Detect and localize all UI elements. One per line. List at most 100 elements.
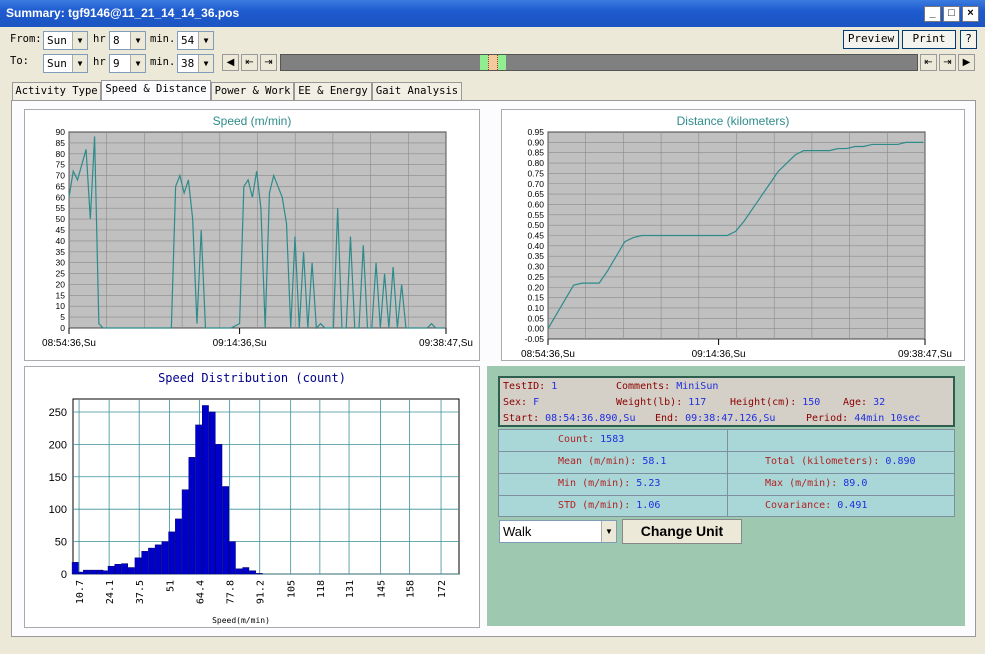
expand-right-icon[interactable]: ⇥ bbox=[260, 54, 277, 71]
subject-info: TestID: 1 Comments: MiniSun Sex: F Weigh… bbox=[498, 376, 955, 427]
x-axis-label: Speed(m/min) bbox=[212, 616, 270, 625]
to-min-label: min. bbox=[150, 56, 176, 68]
histogram-bar bbox=[101, 570, 108, 575]
to-day-select[interactable]: Sun ▼ bbox=[43, 54, 88, 73]
histogram-bar bbox=[114, 564, 122, 575]
chevron-down-icon: ▼ bbox=[72, 32, 87, 49]
step-left-icon[interactable]: ◀ bbox=[222, 54, 239, 71]
y-tick-label: 35 bbox=[56, 247, 66, 257]
from-day-select[interactable]: Sun ▼ bbox=[43, 31, 88, 50]
jump-end-left-icon[interactable]: ⇤ bbox=[920, 54, 937, 71]
to-day-value: Sun bbox=[47, 57, 67, 70]
tab-activity-type[interactable]: Activity Type bbox=[12, 82, 101, 100]
y-tick-label: 0.50 bbox=[527, 220, 544, 230]
y-tick-label: 0.05 bbox=[527, 313, 544, 323]
histogram-bar bbox=[71, 562, 79, 575]
preview-button[interactable]: Preview bbox=[843, 30, 899, 49]
y-tick-label: 45 bbox=[56, 225, 66, 235]
x-tick-label: 131 bbox=[345, 580, 356, 598]
histogram-bar bbox=[249, 570, 256, 575]
window-title: Summary: tgf9146@11_21_14_14_36.pos bbox=[6, 6, 240, 20]
change-unit-button[interactable]: Change Unit bbox=[622, 519, 742, 544]
y-tick-label: 0.95 bbox=[527, 127, 544, 137]
covariance-field: Covariance: 0.491 bbox=[765, 500, 868, 511]
divider bbox=[499, 451, 954, 452]
tab-gait-analysis[interactable]: Gait Analysis bbox=[372, 82, 462, 100]
plot-area bbox=[72, 398, 460, 575]
close-button[interactable]: × bbox=[962, 6, 979, 22]
weight-field: Weight(lb): 117 bbox=[616, 397, 707, 408]
y-tick-label: 0.85 bbox=[527, 148, 544, 158]
from-min-label: min. bbox=[150, 33, 176, 45]
testid-field: TestID: 1 bbox=[503, 381, 558, 392]
histogram-bar bbox=[161, 541, 169, 575]
chevron-down-icon: ▼ bbox=[72, 55, 87, 72]
histogram-bar bbox=[107, 565, 115, 575]
title-bar: Summary: tgf9146@11_21_14_14_36.pos _ □ … bbox=[0, 0, 985, 27]
y-tick-label: 100 bbox=[49, 504, 67, 516]
from-hr-value: 8 bbox=[113, 34, 120, 47]
y-tick-label: 75 bbox=[56, 160, 66, 170]
histogram-bar bbox=[89, 569, 97, 575]
y-tick-label: 250 bbox=[49, 407, 67, 419]
step-right-icon[interactable]: ▶ bbox=[958, 54, 975, 71]
from-min-select[interactable]: 54 ▼ bbox=[177, 31, 214, 50]
histogram-bar bbox=[148, 547, 155, 575]
chevron-down-icon: ▼ bbox=[198, 32, 213, 49]
chevron-down-icon: ▼ bbox=[130, 55, 145, 72]
x-tick-label: 172 bbox=[437, 580, 448, 598]
to-min-select[interactable]: 38 ▼ bbox=[177, 54, 214, 73]
y-tick-label: 0.35 bbox=[527, 251, 544, 261]
total-field: Total (kilometers): 0.890 bbox=[765, 456, 916, 467]
help-button[interactable]: ? bbox=[960, 30, 977, 49]
sex-field: Sex: F bbox=[503, 397, 540, 408]
max-field: Max (m/min): 89.0 bbox=[765, 478, 868, 489]
tab-speed-distance[interactable]: Speed & Distance bbox=[101, 80, 211, 101]
x-tick-label: 37.5 bbox=[135, 580, 146, 604]
y-tick-label: 10 bbox=[56, 301, 66, 311]
histogram-bar bbox=[242, 567, 250, 575]
minimize-button[interactable]: _ bbox=[924, 6, 941, 22]
chevron-down-icon: ▼ bbox=[198, 55, 213, 72]
jump-left-icon[interactable]: ⇤ bbox=[241, 54, 258, 71]
range-selection[interactable] bbox=[488, 55, 498, 70]
y-tick-label: 0.45 bbox=[527, 231, 544, 241]
histogram-bar bbox=[228, 541, 236, 575]
y-tick-label: 0.10 bbox=[527, 303, 544, 313]
histogram-bar bbox=[168, 531, 176, 575]
y-tick-label: 20 bbox=[56, 279, 66, 289]
x-tick-label: 08:54:36,Su bbox=[42, 338, 96, 349]
y-tick-label: 70 bbox=[56, 171, 66, 181]
distance-chart: Distance (kilometers) -0.05 0.00 0.05 0.10 0… bbox=[501, 109, 965, 361]
x-tick-label: 08:54:36,Su bbox=[521, 349, 575, 360]
activity-select[interactable]: Walk ▼ bbox=[499, 520, 617, 543]
maximize-button[interactable]: □ bbox=[943, 6, 960, 22]
range-handle-right[interactable] bbox=[498, 55, 506, 70]
to-hr-label: hr bbox=[93, 56, 106, 68]
y-tick-label: 40 bbox=[56, 236, 66, 246]
histogram-bar bbox=[202, 405, 209, 575]
from-hr-label: hr bbox=[93, 33, 106, 45]
range-handle-left[interactable] bbox=[480, 55, 488, 70]
y-tick-label: 0.80 bbox=[527, 158, 544, 168]
y-tick-label: 0.20 bbox=[527, 282, 544, 292]
x-tick-label: 09:14:36,Su bbox=[213, 338, 267, 349]
start-field: Start: 08:54:36.890,Su bbox=[503, 413, 636, 424]
histogram-plot: 0 50 100 150 200 250 10.7 24.1 37.5 51 64.4 77.8 91.… bbox=[49, 398, 460, 625]
y-tick-label: 5 bbox=[60, 312, 65, 322]
histogram-bar bbox=[141, 551, 149, 575]
expand-end-right-icon[interactable]: ⇥ bbox=[939, 54, 956, 71]
speed-plot: 051015202530354045505560657075808590 08:5… bbox=[42, 127, 473, 349]
y-tick-label: 50 bbox=[55, 537, 67, 549]
print-button[interactable]: Print bbox=[902, 30, 956, 49]
from-hr-select[interactable]: 8 ▼ bbox=[109, 31, 146, 50]
y-tick-label: 30 bbox=[56, 258, 66, 268]
from-day-value: Sun bbox=[47, 34, 67, 47]
histogram-bar bbox=[175, 518, 182, 575]
tab-power-work[interactable]: Power & Work bbox=[211, 82, 294, 100]
tab-ee-energy[interactable]: EE & Energy bbox=[294, 82, 372, 100]
to-hr-select[interactable]: 9 ▼ bbox=[109, 54, 146, 73]
timeline-track[interactable] bbox=[280, 54, 918, 71]
x-tick-label: 51 bbox=[166, 580, 177, 592]
histogram-bar bbox=[121, 563, 129, 575]
